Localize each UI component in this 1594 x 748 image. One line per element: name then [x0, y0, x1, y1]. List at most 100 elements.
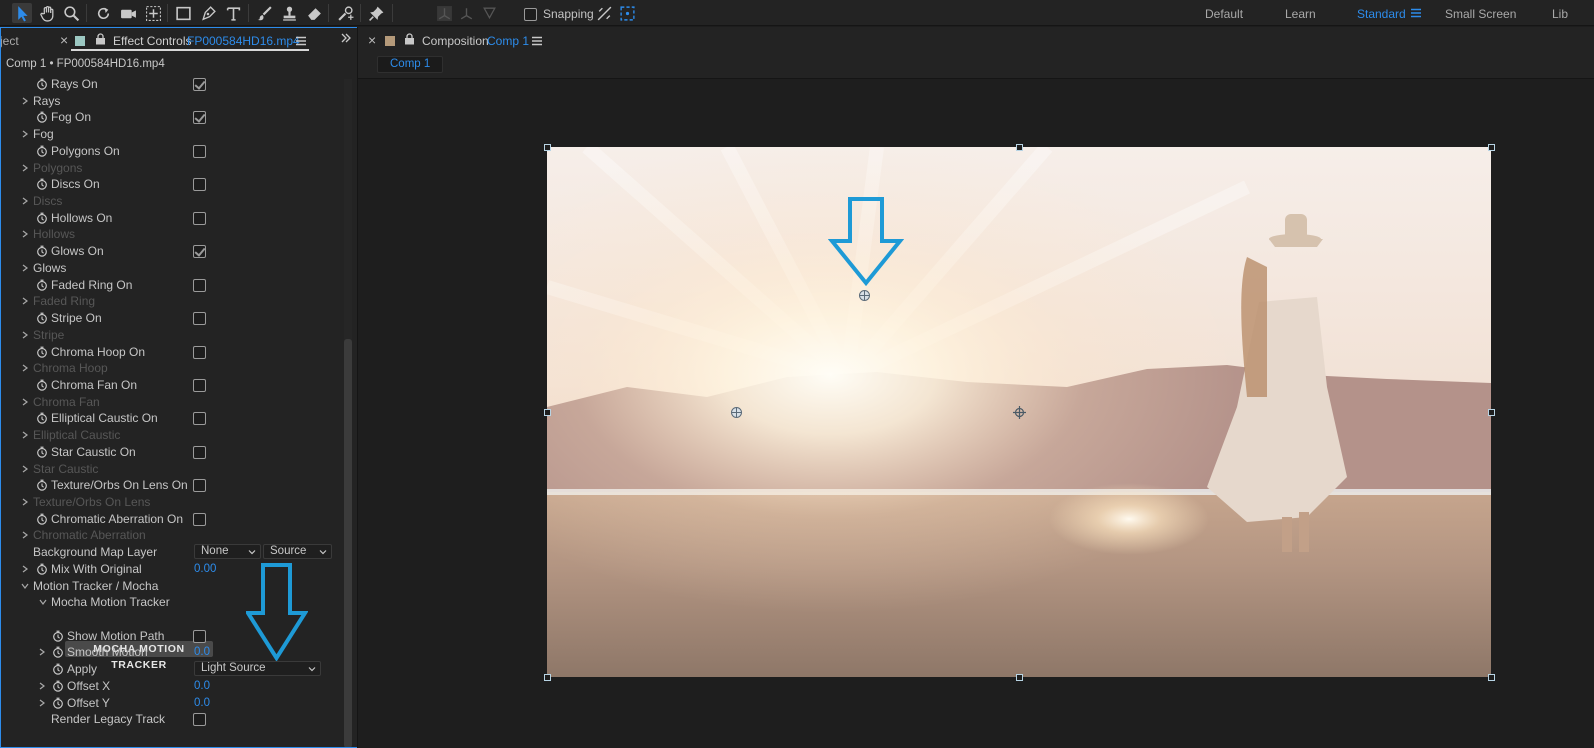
world-axis-mode-icon[interactable] [456, 3, 476, 23]
workspace-libraries[interactable]: Lib [1552, 7, 1568, 21]
zoom-tool-icon[interactable] [61, 3, 81, 23]
twirl-closed-icon[interactable] [20, 527, 30, 543]
view-axis-mode-icon[interactable] [479, 3, 499, 23]
effect-toggle-checkbox[interactable] [193, 412, 206, 426]
twirl-closed-icon[interactable] [37, 644, 47, 660]
effect-toggle-checkbox[interactable] [193, 445, 206, 459]
snapping-toggle[interactable]: Snapping [524, 7, 594, 21]
stopwatch-icon[interactable] [52, 678, 65, 694]
clone-stamp-tool-icon[interactable] [279, 3, 299, 23]
effect-toggle-row[interactable]: Stripe On [0, 310, 340, 326]
effect-group-row[interactable]: Elliptical Caustic [0, 427, 340, 443]
stopwatch-icon[interactable] [36, 310, 49, 326]
puppet-pin-tool-icon[interactable] [366, 3, 386, 23]
snapping-checkbox[interactable] [524, 7, 537, 21]
twirl-closed-icon[interactable] [20, 327, 30, 343]
twirl-closed-icon[interactable] [37, 695, 47, 711]
twirl-closed-icon[interactable] [37, 678, 47, 694]
stopwatch-icon[interactable] [52, 644, 65, 660]
workspace-learn[interactable]: Learn [1285, 7, 1316, 21]
effect-toggle-row[interactable]: Glows On [0, 243, 340, 259]
apply-dropdown[interactable]: Light Source [194, 661, 321, 677]
effect-toggle-row[interactable]: Discs On [0, 176, 340, 192]
camera-tool-icon[interactable] [118, 3, 138, 23]
twirl-open-icon[interactable] [20, 578, 30, 594]
stopwatch-icon[interactable] [36, 76, 49, 92]
twirl-closed-icon[interactable] [20, 427, 30, 443]
snap-edges-icon[interactable] [594, 3, 614, 23]
anchor-point-crosshair-icon[interactable] [1013, 406, 1026, 419]
twirl-closed-icon[interactable] [20, 160, 30, 176]
stopwatch-icon[interactable] [36, 444, 49, 460]
effect-toggle-row[interactable]: Chroma Fan On [0, 377, 340, 393]
twirl-closed-icon[interactable] [20, 494, 30, 510]
effect-toggle-row[interactable]: Texture/Orbs On Lens On [0, 477, 340, 493]
stopwatch-icon[interactable] [36, 377, 49, 393]
offset-y-value[interactable]: 0.0 [194, 695, 210, 711]
effect-toggle-checkbox[interactable] [193, 378, 206, 392]
stopwatch-icon[interactable] [36, 277, 49, 293]
effect-toggle-row[interactable]: Hollows On [0, 210, 340, 226]
render-legacy-track-checkbox[interactable] [193, 713, 206, 727]
twirl-closed-icon[interactable] [20, 226, 30, 242]
close-tab-icon[interactable]: × [60, 32, 68, 48]
smooth-motion-value[interactable]: 0.0 [194, 644, 210, 660]
workspace-menu-icon[interactable] [1411, 7, 1421, 21]
effect-toggle-checkbox[interactable] [193, 312, 206, 326]
panel-overflow-chevron-icon[interactable] [340, 32, 352, 47]
effect-toggle-checkbox[interactable] [193, 178, 206, 192]
effect-toggle-row[interactable]: Faded Ring On [0, 277, 340, 293]
stopwatch-icon[interactable] [52, 628, 65, 644]
layer-handle-top-right[interactable] [1488, 144, 1495, 151]
layer-handle-bottom-center[interactable] [1016, 674, 1023, 681]
effect-toggle-row[interactable]: Star Caustic On [0, 444, 340, 460]
show-motion-path-checkbox[interactable] [193, 629, 206, 643]
twirl-closed-icon[interactable] [20, 461, 30, 477]
layer-handle-bottom-left[interactable] [544, 674, 551, 681]
effect-group-row[interactable]: Chroma Fan [0, 394, 340, 410]
mix-with-original-value[interactable]: 0.00 [194, 561, 216, 577]
brush-tool-icon[interactable] [254, 3, 274, 23]
effect-group-row[interactable]: Polygons [0, 160, 340, 176]
workspace-default[interactable]: Default [1205, 7, 1243, 21]
twirl-closed-icon[interactable] [20, 193, 30, 209]
project-tab[interactable]: ject [0, 34, 19, 48]
effect-toggle-row[interactable]: Fog On [0, 109, 340, 125]
composition-panel-menu-icon[interactable] [532, 35, 542, 49]
stopwatch-icon[interactable] [36, 143, 49, 159]
stopwatch-icon[interactable] [52, 695, 65, 711]
stopwatch-icon[interactable] [36, 210, 49, 226]
effect-group-row[interactable]: Texture/Orbs On Lens [0, 494, 340, 510]
stopwatch-icon[interactable] [36, 511, 49, 527]
twirl-closed-icon[interactable] [20, 561, 30, 577]
composition-tab-name[interactable]: Comp 1 [487, 34, 529, 48]
layer-handle-top-center[interactable] [1016, 144, 1023, 151]
effect-toggle-checkbox[interactable] [193, 211, 206, 225]
effect-toggle-checkbox[interactable] [193, 245, 206, 259]
effect-toggle-checkbox[interactable] [193, 111, 206, 125]
effect-toggle-checkbox[interactable] [193, 512, 206, 526]
light-source-crosshair-icon[interactable] [858, 289, 871, 302]
effect-group-row[interactable]: Faded Ring [0, 293, 340, 309]
stopwatch-icon[interactable] [36, 176, 49, 192]
rectangle-tool-icon[interactable] [173, 3, 193, 23]
effect-toggle-checkbox[interactable] [193, 278, 206, 292]
workspace-standard[interactable]: Standard [1357, 7, 1406, 21]
effect-group-row[interactable]: Glows [0, 260, 340, 276]
effect-controls-tab-label[interactable]: Effect Controls [113, 34, 191, 48]
effect-group-row[interactable]: Rays [0, 93, 340, 109]
rotate-tool-icon[interactable] [93, 3, 113, 23]
layer-handle-middle-right[interactable] [1488, 409, 1495, 416]
twirl-closed-icon[interactable] [20, 293, 30, 309]
effect-group-row[interactable]: Chromatic Aberration [0, 527, 340, 543]
background-layer-dropdown[interactable]: None [194, 544, 261, 560]
effect-toggle-row[interactable]: Polygons On [0, 143, 340, 159]
roto-brush-tool-icon[interactable] [335, 3, 355, 23]
panel-scrollbar-thumb[interactable] [344, 339, 352, 748]
effect-toggle-checkbox[interactable] [193, 78, 206, 91]
pan-behind-tool-icon[interactable] [143, 3, 163, 23]
stopwatch-icon[interactable] [52, 661, 65, 677]
stopwatch-icon[interactable] [36, 243, 49, 259]
effect-toggle-checkbox[interactable] [193, 345, 206, 359]
effect-group-row[interactable]: Discs [0, 193, 340, 209]
